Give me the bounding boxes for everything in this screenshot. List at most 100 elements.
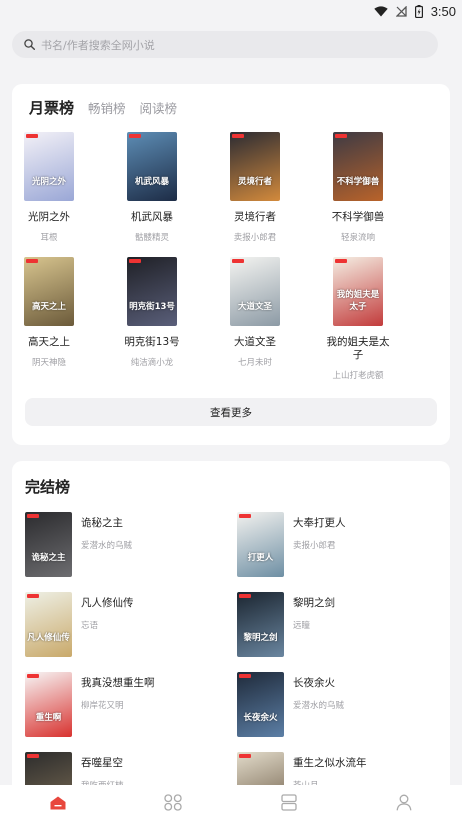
cover-title: 长夜余火 — [243, 713, 278, 723]
tab-bestseller[interactable]: 畅销榜 — [88, 98, 126, 117]
nav-bookshelf[interactable] — [269, 788, 309, 820]
publisher-tag — [239, 674, 251, 678]
search-input[interactable]: 书名/作者搜索全网小说 — [12, 31, 438, 58]
book-cover[interactable]: 打更人 — [237, 512, 284, 577]
book-title: 高天之上 — [28, 336, 70, 348]
publisher-tag — [239, 514, 251, 518]
grid-icon — [164, 793, 182, 815]
publisher-tag — [129, 134, 141, 138]
tab-monthly[interactable]: 月票榜 — [29, 97, 74, 118]
book-author: 轻泉流响 — [340, 233, 375, 243]
book-title: 不科学御兽 — [331, 211, 385, 223]
list-item[interactable]: 诡秘之主 诡秘之主 爱潜水的乌贼 — [25, 512, 225, 577]
ranking-card: 月票榜 畅销榜 阅读榜 光阴之外 光阴之外 耳根 机武风暴 机武风暴 骷髅精灵 灵境行者 灵境… — [12, 84, 450, 445]
book-title: 明克街13号 — [124, 336, 180, 348]
book-title: 吞噬星空 — [81, 757, 123, 769]
book-card[interactable]: 不科学御兽 不科学御兽 轻泉流响 — [308, 132, 408, 243]
book-cover[interactable]: 大道文圣 — [230, 257, 280, 326]
battery-icon — [414, 4, 423, 18]
user-icon — [396, 794, 412, 815]
book-author: 柳岸花又明 — [81, 701, 124, 711]
book-author: 七月未时 — [237, 358, 272, 368]
book-author: 阴天神隐 — [31, 358, 66, 368]
tab-reading[interactable]: 阅读榜 — [140, 98, 178, 117]
cover-title: 明克街13号 — [129, 302, 175, 312]
completed-card: 完结榜 诡秘之主 诡秘之主 爱潜水的乌贼 打更人 大奉打更人 卖报小郎君 凡人修仙传 凡人修仙… — [12, 461, 450, 817]
book-author: 卖报小郎君 — [293, 541, 336, 551]
book-card[interactable]: 大道文圣 大道文圣 七月未时 — [205, 257, 305, 368]
book-card[interactable]: 我的姐夫是太子 我的姐夫是太子 上山打老虎额 — [308, 257, 408, 381]
list-item[interactable]: 黎明之剑 黎明之剑 远瞳 — [237, 592, 437, 657]
list-item[interactable]: 长夜余火 长夜余火 爱潜水的乌贼 — [237, 672, 437, 737]
publisher-tag — [27, 514, 39, 518]
book-cover[interactable]: 凡人修仙传 — [25, 592, 72, 657]
publisher-tag — [232, 134, 244, 138]
book-info: 凡人修仙传 忘语 — [81, 592, 134, 631]
cover-title: 不科学御兽 — [336, 177, 380, 187]
book-cover[interactable]: 机武风暴 — [127, 132, 177, 201]
publisher-tag — [232, 259, 244, 263]
book-cover[interactable]: 灵境行者 — [230, 132, 280, 201]
nav-category[interactable] — [153, 788, 193, 820]
cover-title: 高天之上 — [31, 302, 66, 312]
book-author: 爱潜水的乌贼 — [293, 701, 345, 711]
book-cover[interactable]: 诡秘之主 — [25, 512, 72, 577]
book-author: 骷髅精灵 — [134, 233, 169, 243]
book-card[interactable]: 高天之上 高天之上 阴天神隐 — [0, 257, 99, 368]
book-title: 凡人修仙传 — [81, 597, 134, 609]
book-title: 我真没想重生啊 — [81, 677, 155, 689]
book-cover[interactable]: 黎明之剑 — [237, 592, 284, 657]
book-cover[interactable]: 光阴之外 — [24, 132, 74, 201]
book-cover[interactable]: 我的姐夫是太子 — [333, 257, 383, 326]
cover-title: 灵境行者 — [237, 177, 272, 187]
nav-home[interactable] — [38, 788, 78, 820]
book-author: 上山打老虎额 — [332, 371, 384, 381]
book-info: 大奉打更人卖报小郎君 — [293, 512, 346, 551]
book-author: 纯洁滴小龙 — [130, 358, 174, 368]
cover-title: 大道文圣 — [237, 302, 272, 312]
nav-profile[interactable] — [384, 788, 424, 820]
book-title: 机武风暴 — [131, 211, 173, 223]
book-author: 耳根 — [40, 233, 58, 243]
book-title: 诡秘之主 — [81, 517, 123, 529]
view-more-button[interactable]: 查看更多 — [25, 398, 437, 426]
book-title: 长夜余火 — [293, 677, 335, 689]
publisher-tag — [239, 594, 251, 598]
search-icon — [24, 35, 36, 54]
book-title: 我的姐夫是太子 — [326, 336, 390, 361]
wifi-icon — [373, 5, 388, 17]
list-item[interactable]: 凡人修仙传 凡人修仙传 忘语 — [25, 592, 225, 657]
publisher-tag — [335, 134, 347, 138]
book-author: 爱潜水的乌贼 — [81, 541, 133, 551]
book-info: 我真没想重生啊 柳岸花又明 — [81, 672, 155, 711]
status-bar: 3:50 — [0, 0, 462, 22]
book-cover[interactable]: 不科学御兽 — [333, 132, 383, 201]
ranking-tabs: 月票榜 畅销榜 阅读榜 — [29, 97, 177, 118]
book-card[interactable]: 明克街13号 明克街13号 纯洁滴小龙 — [102, 257, 202, 368]
book-author: 卖报小郎君 — [233, 233, 277, 243]
status-time: 3:50 — [430, 3, 456, 19]
cover-title: 重生啊 — [35, 713, 62, 723]
book-author: 忘语 — [81, 621, 99, 631]
book-title: 大奉打更人 — [293, 517, 346, 529]
publisher-tag — [27, 594, 39, 598]
cover-title: 打更人 — [247, 553, 274, 563]
search-placeholder: 书名/作者搜索全网小说 — [41, 38, 155, 52]
book-title: 大道文圣 — [234, 336, 276, 348]
list-item[interactable]: 重生啊 我真没想重生啊 柳岸花又明 — [25, 672, 225, 737]
bookshelf-icon — [281, 793, 297, 815]
book-cover[interactable]: 高天之上 — [24, 257, 74, 326]
book-author: 远瞳 — [293, 621, 311, 631]
publisher-tag — [26, 259, 38, 263]
book-card[interactable]: 机武风暴 机武风暴 骷髅精灵 — [102, 132, 202, 243]
book-info: 诡秘之主爱潜水的乌贼 — [81, 512, 132, 551]
list-item[interactable]: 打更人 大奉打更人卖报小郎君 — [237, 512, 437, 577]
bottom-nav — [0, 785, 462, 823]
book-cover[interactable]: 长夜余火 — [237, 672, 284, 737]
publisher-tag — [239, 754, 251, 758]
book-cover[interactable]: 明克街13号 — [127, 257, 177, 326]
book-cover[interactable]: 重生啊 — [25, 672, 72, 737]
book-card[interactable]: 光阴之外 光阴之外 耳根 — [0, 132, 99, 243]
book-card[interactable]: 灵境行者 灵境行者 卖报小郎君 — [205, 132, 305, 243]
signal-off-icon — [395, 5, 407, 17]
